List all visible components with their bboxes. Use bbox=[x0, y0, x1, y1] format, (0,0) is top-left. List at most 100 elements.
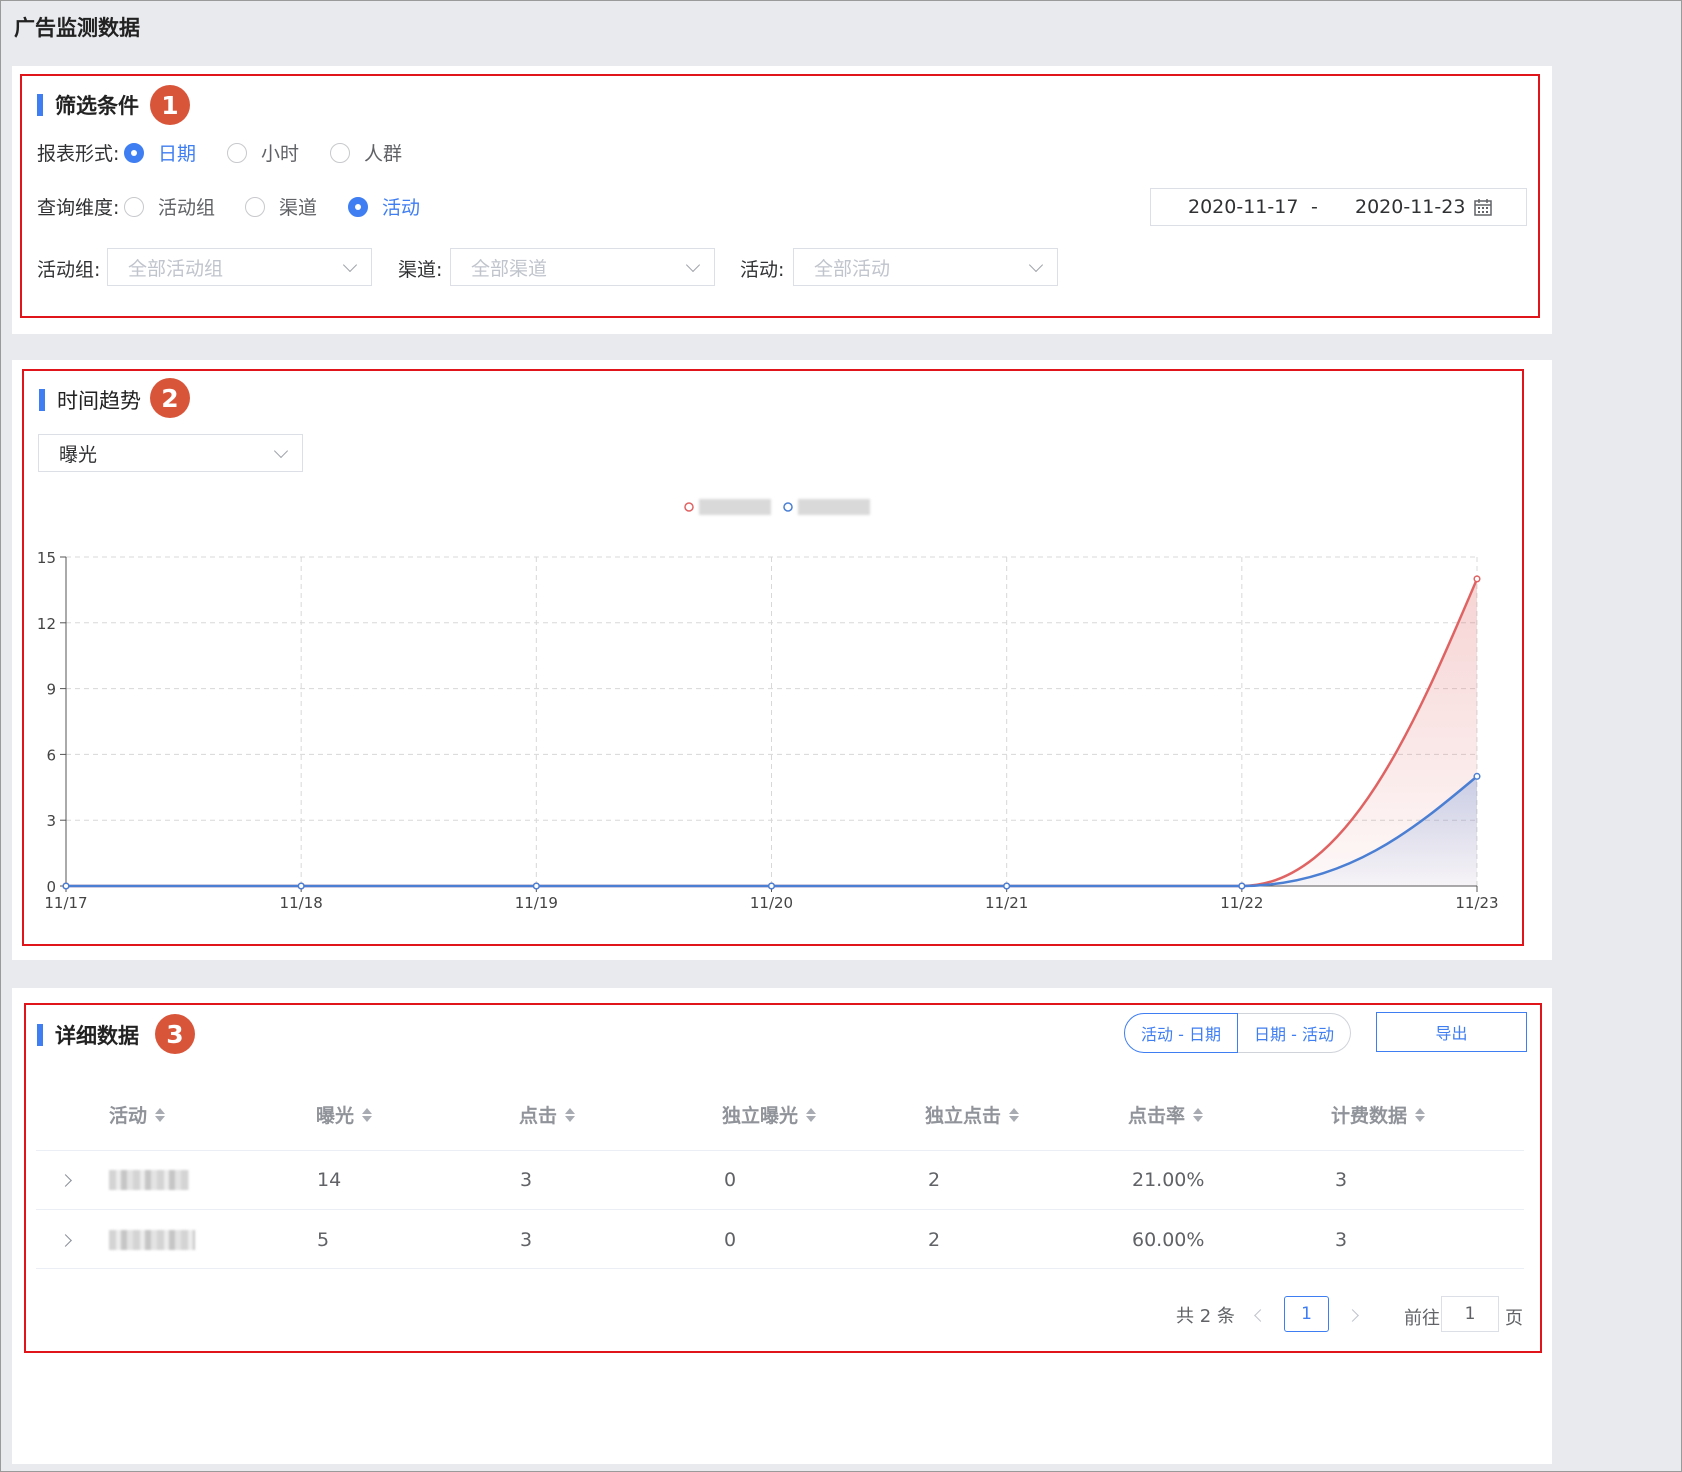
radio-report-crowd[interactable]: 人群 bbox=[330, 139, 402, 166]
select-placeholder: 全部渠道 bbox=[471, 257, 548, 280]
details-title-text: 详细数据 bbox=[55, 1024, 139, 1048]
radio-report-hour[interactable]: 小时 bbox=[227, 139, 299, 166]
radio-dot bbox=[348, 196, 368, 217]
calendar-icon[interactable] bbox=[1473, 197, 1493, 217]
legend-label-redacted bbox=[798, 499, 870, 515]
column-header-activity[interactable]: 活动 bbox=[109, 1101, 166, 1128]
cell-exposure: 14 bbox=[317, 1169, 342, 1191]
data-point bbox=[532, 882, 540, 890]
annotation-badge-2: 2 bbox=[150, 378, 190, 418]
radio-dot bbox=[245, 196, 265, 217]
date-end-input[interactable]: 2020-11-23 bbox=[1355, 196, 1465, 218]
data-point bbox=[767, 882, 776, 890]
date-start-input[interactable]: 2020-11-17 bbox=[1188, 196, 1298, 218]
pagination-goto-input[interactable]: 1 bbox=[1441, 1296, 1499, 1332]
radio-dim-channel[interactable]: 渠道 bbox=[245, 193, 317, 220]
chevron-down-icon bbox=[1028, 257, 1044, 273]
radio-label: 人群 bbox=[364, 143, 403, 165]
view-date-activity-button[interactable]: 日期 - 活动 bbox=[1238, 1013, 1351, 1053]
y-tick-label: 3 bbox=[46, 812, 56, 830]
export-button[interactable]: 导出 bbox=[1376, 1012, 1527, 1052]
details-section-title: 详细数据 bbox=[37, 1020, 139, 1050]
column-header-billing[interactable]: 计费数据 bbox=[1331, 1101, 1426, 1128]
filter-section-title: 筛选条件 bbox=[37, 90, 139, 120]
pagination-total: 共 2 条 bbox=[1176, 1306, 1235, 1327]
column-header-label: 点击 bbox=[519, 1105, 558, 1127]
cell-billing: 3 bbox=[1335, 1229, 1348, 1251]
column-header-ctr[interactable]: 点击率 bbox=[1128, 1101, 1204, 1128]
cell-unique-clicks: 2 bbox=[928, 1169, 941, 1191]
section-marker bbox=[37, 94, 43, 116]
metric-select[interactable]: 曝光 bbox=[38, 434, 303, 472]
chevron-down-icon bbox=[342, 257, 358, 273]
trend-section-title: 时间趋势 bbox=[39, 385, 141, 415]
radio-dim-activity[interactable]: 活动 bbox=[348, 193, 420, 220]
channel-select[interactable]: 全部渠道 bbox=[450, 248, 715, 286]
date-separator: - bbox=[1311, 196, 1318, 218]
cell-clicks: 3 bbox=[520, 1229, 533, 1251]
column-header-label: 独立点击 bbox=[925, 1105, 1002, 1127]
channel-label: 渠道: bbox=[398, 259, 443, 281]
radio-dot bbox=[124, 142, 144, 163]
sort-icon[interactable] bbox=[565, 1107, 576, 1122]
pagination-page-1[interactable]: 1 bbox=[1284, 1296, 1329, 1332]
radio-label: 活动 bbox=[382, 197, 421, 219]
trend-title-text: 时间趋势 bbox=[57, 389, 141, 413]
sort-icon[interactable] bbox=[1009, 1107, 1020, 1122]
section-marker bbox=[37, 1024, 43, 1046]
activity-group-select[interactable]: 全部活动组 bbox=[107, 248, 372, 286]
cell-ctr: 21.00% bbox=[1132, 1169, 1205, 1191]
radio-label: 活动组 bbox=[158, 197, 216, 219]
details-panel bbox=[12, 988, 1552, 1464]
trend-chart: 0369121511/17 11/18 11/19 11/20 11/21 11/22 11… bbox=[37, 499, 1499, 912]
column-header-unique-clicks[interactable]: 独立点击 bbox=[925, 1101, 1020, 1128]
sort-icon[interactable] bbox=[362, 1107, 373, 1122]
view-activity-date-button[interactable]: 活动 - 日期 bbox=[1124, 1013, 1238, 1053]
column-header-clicks[interactable]: 点击 bbox=[519, 1101, 576, 1128]
chevron-down-icon bbox=[273, 443, 289, 459]
activity-name-redacted bbox=[109, 1170, 189, 1190]
sort-icon[interactable] bbox=[806, 1107, 817, 1122]
pagination-page-suffix: 页 bbox=[1505, 1308, 1523, 1329]
cell-unique-clicks: 2 bbox=[928, 1229, 941, 1251]
radio-dot bbox=[227, 142, 247, 163]
y-tick-label: 12 bbox=[37, 615, 56, 633]
column-header-exposure[interactable]: 曝光 bbox=[316, 1101, 373, 1128]
x-tick-label: 11/20 bbox=[750, 894, 793, 912]
radio-label: 渠道 bbox=[279, 197, 318, 219]
cell-clicks: 3 bbox=[520, 1169, 533, 1191]
radio-dot bbox=[330, 142, 350, 163]
y-tick-label: 6 bbox=[46, 746, 56, 764]
date-range-picker[interactable]: 2020-11-17 - 2020-11-23 bbox=[1150, 188, 1527, 226]
radio-report-date[interactable]: 日期 bbox=[124, 139, 196, 166]
select-placeholder: 全部活动组 bbox=[128, 257, 224, 280]
section-marker bbox=[39, 389, 45, 411]
select-placeholder: 全部活动 bbox=[814, 257, 891, 280]
x-tick-label: 11/18 bbox=[280, 894, 323, 912]
column-header-unique-exposure[interactable]: 独立曝光 bbox=[722, 1101, 817, 1128]
table-divider bbox=[36, 1209, 1524, 1210]
y-tick-label: 15 bbox=[37, 549, 56, 567]
sort-icon[interactable] bbox=[155, 1107, 166, 1122]
data-point bbox=[1473, 575, 1481, 583]
data-point bbox=[297, 882, 305, 890]
sort-icon[interactable] bbox=[1193, 1107, 1204, 1122]
column-header-label: 活动 bbox=[109, 1105, 148, 1127]
radio-label: 小时 bbox=[261, 143, 300, 165]
report-form-label: 报表形式: bbox=[37, 143, 120, 165]
data-point bbox=[1238, 882, 1246, 890]
annotation-badge-3: 3 bbox=[155, 1014, 195, 1054]
radio-dot bbox=[124, 196, 144, 217]
x-tick-label: 11/22 bbox=[1220, 894, 1263, 912]
column-header-label: 独立曝光 bbox=[722, 1105, 799, 1127]
data-point bbox=[62, 882, 70, 890]
pagination-goto-label: 前往 bbox=[1404, 1308, 1440, 1329]
cell-billing: 3 bbox=[1335, 1169, 1348, 1191]
radio-dim-activity-group[interactable]: 活动组 bbox=[124, 193, 215, 220]
sort-icon[interactable] bbox=[1415, 1107, 1426, 1122]
chevron-down-icon bbox=[685, 257, 701, 273]
table-divider bbox=[36, 1150, 1524, 1151]
annotation-badge-1: 1 bbox=[150, 85, 190, 125]
activity-select[interactable]: 全部活动 bbox=[793, 248, 1058, 286]
activity-group-label: 活动组: bbox=[37, 259, 101, 281]
